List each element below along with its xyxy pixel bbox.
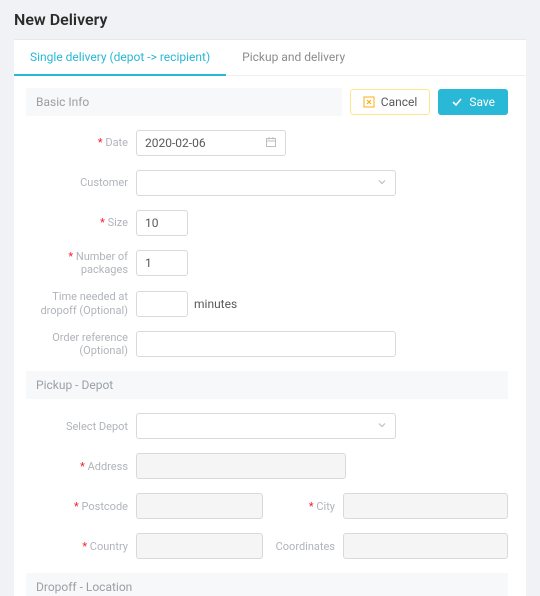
order-ref-input[interactable] [136,331,396,357]
save-button[interactable]: Save [438,89,508,115]
postcode-label: Postcode [26,500,136,513]
check-icon [451,96,463,108]
chevron-down-icon [377,176,387,190]
tabs: Single delivery (depot -> recipient) Pic… [14,40,526,76]
time-needed-label: Time needed at dropoff (Optional) [26,290,136,316]
cancel-button[interactable]: Cancel [350,89,431,115]
section-pickup-depot: Pickup - Depot [26,371,508,399]
packages-label: Number of packages [26,250,136,276]
time-needed-input[interactable] [136,291,188,317]
order-ref-label: Order reference (Optional) [26,331,136,357]
page-title: New Delivery [14,10,526,29]
address-label: Address [26,460,136,473]
date-value: 2020-02-06 [145,136,206,150]
customer-label: Customer [26,176,136,189]
calendar-icon [265,136,277,151]
cancel-icon [363,96,375,108]
tab-pickup-delivery[interactable]: Pickup and delivery [226,40,361,75]
address-input[interactable] [136,453,346,479]
customer-select[interactable] [136,170,396,196]
save-label: Save [469,95,495,109]
size-input[interactable]: 10 [136,210,188,236]
date-input[interactable]: 2020-02-06 [136,130,286,156]
pickup-select-depot-label: Select Depot [26,420,136,433]
coordinates-label: Coordinates [271,540,343,553]
postcode-input[interactable] [136,493,263,519]
section-basic-info: Basic Info [26,88,342,116]
pickup-depot-select[interactable] [136,413,396,439]
section-dropoff: Dropoff - Location [26,573,508,596]
country-label: Country [26,540,136,553]
size-label: Size [26,216,136,229]
city-label: City [271,500,343,513]
packages-input[interactable]: 1 [136,250,188,276]
tab-single-delivery[interactable]: Single delivery (depot -> recipient) [14,40,226,76]
chevron-down-icon [377,419,387,433]
form-scroll[interactable]: Basic Info Cancel Save Date [14,78,520,596]
main-panel: Single delivery (depot -> recipient) Pic… [14,39,526,596]
cancel-label: Cancel [381,95,418,109]
date-label: Date [26,136,136,149]
country-input[interactable] [136,533,263,559]
minutes-suffix: minutes [194,297,237,311]
coordinates-input[interactable] [343,533,508,559]
city-input[interactable] [343,493,508,519]
